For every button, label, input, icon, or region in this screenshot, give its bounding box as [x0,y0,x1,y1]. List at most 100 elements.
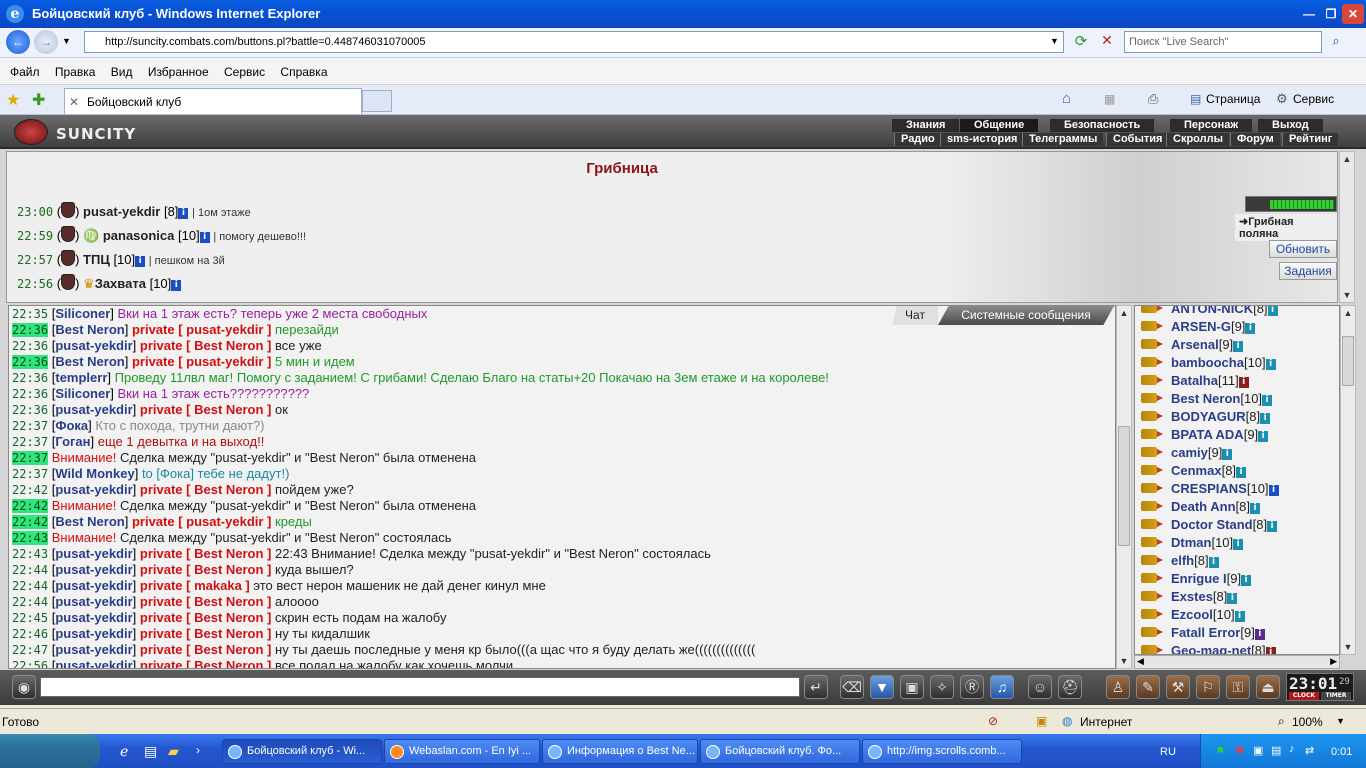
user-list-item[interactable]: Death Ann[8] i [1135,498,1339,516]
private-recipient[interactable]: private [ Best Neron ] [140,610,271,625]
menu-tools[interactable]: Сервис [224,58,265,79]
nav-telegrams[interactable]: Телеграммы [1022,133,1104,146]
message-nick[interactable]: pusat-yekdir [55,578,132,593]
user-list-item[interactable]: Exstes[8] i [1135,588,1339,606]
user-list-item[interactable]: Doctor Stand[8] i [1135,516,1339,534]
info-icon[interactable]: i [1238,377,1249,388]
lock-icon[interactable]: ⚿ [1226,675,1250,699]
quicklaunch-ie-icon[interactable]: ℯ [120,743,128,760]
menu-edit[interactable]: Правка [55,58,96,79]
feeds-icon[interactable]: ▦ [1104,92,1115,106]
online-users-list[interactable]: ANTON-NICK[8] i ARSEN-G[9] i Arsenal[9] i bamb… [1134,305,1340,655]
info-icon[interactable]: i [1265,359,1276,370]
nav-rating[interactable]: Рейтинг [1282,133,1339,146]
history-dropdown-icon[interactable]: ▼ [62,36,71,46]
back-button[interactable]: ← [6,30,30,54]
taskbar-item[interactable]: Бойцовский клуб - Wi... [222,739,382,764]
translit-icon[interactable]: Ⓡ [960,675,984,699]
zoom-level[interactable]: 100% [1292,715,1323,729]
info-icon[interactable]: i [1260,413,1271,424]
info-icon[interactable]: i [1245,323,1256,334]
user-list-item[interactable]: BPATA ADA[9] i [1135,426,1339,444]
nav-forum[interactable]: Форум [1230,133,1280,146]
nav-security[interactable]: Безопасность [1050,119,1155,132]
tray-icon[interactable]: ▤ [1271,744,1281,757]
minimize-icon[interactable]: — [1298,4,1320,24]
search-icon[interactable]: ⌕ [1326,33,1346,51]
info-icon[interactable]: i [1233,539,1244,550]
search-input[interactable]: Поиск "Live Search" [1124,31,1322,53]
message-nick[interactable]: Siliconer [55,306,110,321]
eraser-icon[interactable]: ⌫ [840,675,864,699]
zoom-dropdown-icon[interactable]: ▼ [1336,716,1345,726]
tray-icon[interactable]: ■ [1217,744,1224,756]
info-icon[interactable]: i [1250,503,1260,514]
quicklaunch-folder-icon[interactable]: ▰ [168,743,179,760]
private-recipient[interactable]: private [ Best Neron ] [140,562,271,577]
nav-scrolls[interactable]: Скроллы [1166,133,1229,146]
tray-icon[interactable]: ⇄ [1305,744,1314,757]
users-scrollbar[interactable]: ▲ ▼ [1340,305,1356,655]
user-list-item[interactable]: Dtman[10] i [1135,534,1339,552]
info-icon[interactable]: i [1233,341,1244,352]
user-list-item[interactable]: BODYAGUR[8] i [1135,408,1339,426]
user-list-item[interactable]: bamboocha[10] i [1135,354,1339,372]
smile-icon[interactable]: ☺ [1028,675,1052,699]
url-input[interactable]: http://suncity.combats.com/buttons.pl?ba… [84,31,1064,53]
private-recipient[interactable]: private [ Best Neron ] [140,482,271,497]
user-list-item[interactable]: ARSEN-G[9] i [1135,318,1339,336]
url-dropdown-icon[interactable]: ▼ [1050,36,1059,46]
user-list-item[interactable]: Arsenal[9] i [1135,336,1339,354]
chat-log[interactable]: 22:35 [Siliconer] Вки на 1 этаж есть? те… [8,305,1116,669]
taskbar-clock[interactable]: 0:01 [1331,746,1352,758]
page-menu[interactable]: Страница [1206,92,1260,106]
message-nick[interactable]: Best Neron [55,322,124,337]
send-icon[interactable]: ↵ [804,675,828,699]
map-icon[interactable]: ⚐ [1196,675,1220,699]
private-recipient[interactable]: private [ makaka ] [140,578,250,593]
menu-view[interactable]: Вид [111,58,133,79]
tray-icon[interactable]: ✚ [1235,744,1244,757]
private-recipient[interactable]: private [ Best Neron ] [140,338,271,353]
info-icon[interactable]: i [171,280,182,291]
user-list-item[interactable]: ANTON-NICK[8] i [1135,306,1339,318]
nav-radio[interactable]: Радио [894,133,941,146]
private-recipient[interactable]: private [ Best Neron ] [140,594,271,609]
user-list-item[interactable]: CRESPIANS[10] i [1135,480,1339,498]
message-nick[interactable]: pusat-yekdir [55,546,132,561]
user-list-item[interactable]: Batalha[11] i [1135,372,1339,390]
tray-icon[interactable]: ▣ [1253,744,1263,757]
info-icon[interactable]: i [1254,629,1265,640]
exit-icon[interactable]: ⏏ [1256,675,1280,699]
info-icon[interactable]: i [1262,395,1273,406]
menu-favorites[interactable]: Избранное [148,58,209,79]
character-icon[interactable]: ♙ [1106,675,1130,699]
speaker-icon[interactable]: ◉ [12,675,36,699]
message-nick[interactable]: Гоган [55,434,90,449]
message-nick[interactable]: Best Neron [55,354,124,369]
user-list-item[interactable]: elfh[8] i [1135,552,1339,570]
message-nick[interactable]: pusat-yekdir [55,658,132,668]
helmet-icon[interactable]: ⛑ [1058,675,1082,699]
info-icon[interactable]: i [1267,306,1278,316]
tab-fight-club[interactable]: ✕ Бойцовский клуб [64,88,362,114]
message-nick[interactable]: pusat-yekdir [55,610,132,625]
message-nick[interactable]: Фока [55,418,88,433]
forward-button[interactable]: → [34,30,58,54]
inventory-icon[interactable]: ⚒ [1166,675,1190,699]
quicklaunch-more-icon[interactable]: › [196,743,200,757]
nav-exit[interactable]: Выход [1258,119,1323,132]
user-list-item[interactable]: camiy[9] i [1135,444,1339,462]
volume-icon[interactable]: ♪ [1289,743,1295,755]
private-recipient[interactable]: private [ pusat-yekdir ] [132,514,271,529]
music-icon[interactable]: ♫ [990,675,1014,699]
refresh-icon[interactable]: ⟳ [1070,32,1092,52]
quicklaunch-icon[interactable]: ▤ [144,743,157,760]
taskbar-item[interactable]: Бойцовский клуб. Фо... [700,739,860,764]
home-icon[interactable]: ⌂ [1062,90,1071,107]
tab-system-messages[interactable]: Системные сообщения [938,306,1114,325]
save-icon[interactable]: ▣ [900,675,924,699]
user-list-item[interactable]: Fatall Error[9] i [1135,624,1339,642]
private-recipient[interactable]: private [ Best Neron ] [140,642,271,657]
popup-blocker-icon[interactable]: ⊘ [988,714,998,728]
